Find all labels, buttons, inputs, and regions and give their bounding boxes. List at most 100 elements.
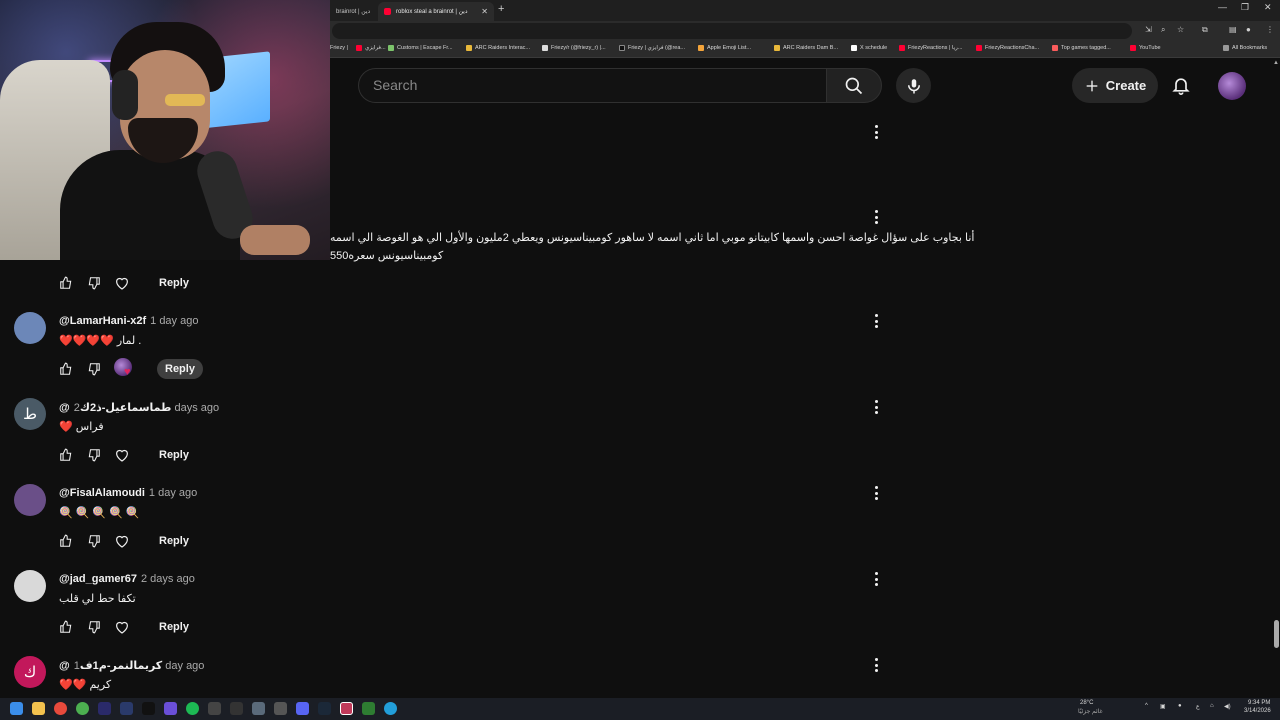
address-bar[interactable] [332,23,1132,39]
bookmark-item[interactable]: All Bookmarks [1223,45,1267,51]
reply-button[interactable]: Reply [157,359,203,379]
bookmark-item[interactable]: Customs | Escape Fr... [388,45,453,51]
bookmark-item[interactable]: ARC Raiders Dam B... [774,45,838,51]
reply-button[interactable]: Reply [151,445,197,465]
close-window-button[interactable]: ✕ [1264,2,1272,13]
avatar[interactable]: ك [14,656,46,688]
tray-mic-icon[interactable]: ● [1178,703,1182,709]
dislike-button[interactable] [86,533,102,549]
search-box[interactable]: Search [358,68,826,103]
scrollbar-thumb[interactable] [1274,620,1279,648]
dislike-button[interactable] [86,361,102,377]
comment-author[interactable]: @LamarHani-x2f [59,315,146,327]
comment-menu-button[interactable] [872,571,880,587]
chrome-icon[interactable] [76,702,89,715]
comment-menu-button[interactable] [872,657,880,673]
close-icon[interactable]: ✕ [370,7,374,16]
comment-author[interactable]: @FisalAlamoudi [59,487,145,499]
obs-icon[interactable] [54,702,67,715]
discord-icon[interactable] [296,702,309,715]
bookmark-item[interactable]: FriezyReactions | ريا... [899,45,962,51]
bookmark-item[interactable]: Friezy/r (@friezy_r) |... [542,45,606,51]
reply-button[interactable]: Reply [151,531,197,551]
bookmark-item[interactable]: Friezy | [330,45,348,51]
clock-date[interactable]: 3/14/2026 [1244,708,1271,714]
file-explorer-icon[interactable] [32,702,45,715]
tray-chevron-icon[interactable]: ^ [1145,703,1148,709]
notifications-button[interactable] [1168,72,1194,98]
new-tab-button[interactable]: + [498,3,504,15]
bookmark-item[interactable]: Friezy | فرايزي (@rea... [619,45,685,51]
scrollbar[interactable] [1272,58,1280,698]
comment-menu-button[interactable] [872,399,880,415]
avatar-image[interactable] [14,484,46,516]
bookmark-item[interactable]: YouTube [1130,45,1161,51]
bookmark-item[interactable]: Top games tagged... [1052,45,1111,51]
minimize-button[interactable]: — [1218,2,1227,12]
search-input[interactable]: Search [373,77,417,93]
spotify-icon[interactable] [186,702,199,715]
heart-button[interactable] [114,447,130,463]
create-button[interactable]: Create [1072,68,1158,103]
premiere-icon[interactable] [98,702,111,715]
heart-button[interactable] [114,275,130,291]
app-icon[interactable] [208,702,221,715]
heart-button[interactable] [114,619,130,635]
comment-menu-button[interactable] [872,209,880,225]
scroll-up-icon[interactable]: ▲ [1273,60,1279,66]
install-icon[interactable]: ⇲ [1145,25,1152,34]
bookmark-item[interactable]: Apple Emoji List... [698,45,751,51]
menu-icon[interactable]: ⋮ [1266,25,1274,34]
tiktok-icon[interactable] [142,702,155,715]
reply-button[interactable]: Reply [151,273,197,293]
profile-icon[interactable]: ● [1246,25,1251,34]
creator-heart-badge[interactable]: ♥ [114,358,136,380]
like-button[interactable] [58,275,74,291]
input-language[interactable]: ع [1196,703,1200,710]
maximize-button[interactable]: ❐ [1241,2,1249,13]
avatar[interactable]: ط [14,398,46,430]
account-avatar[interactable] [1218,72,1246,100]
start-icon[interactable] [10,702,23,715]
comment-timestamp[interactable]: 1 day ago [149,487,197,499]
tray-app-icon[interactable]: ▣ [1160,703,1166,710]
comment-author[interactable]: @jad_gamer67 [59,573,137,585]
dislike-button[interactable] [86,275,102,291]
app-icon-active[interactable] [340,702,353,715]
heart-button[interactable] [114,533,130,549]
bookmark-item[interactable]: ARC Raiders Interac... [466,45,530,51]
browser-tab-active[interactable]: roblox steal a brainrot | دين ✕ [378,2,494,21]
browser-tab[interactable]: brainrot | دين ✕ [330,2,374,21]
clock-time[interactable]: 9:34 PM [1248,700,1270,706]
settings-icon[interactable] [252,702,265,715]
dislike-button[interactable] [86,447,102,463]
app-icon[interactable] [230,702,243,715]
photoshop-icon[interactable] [120,702,133,715]
voice-search-button[interactable] [896,68,931,103]
comment-menu-button[interactable] [872,485,880,501]
steam-icon[interactable] [318,702,331,715]
app-icon[interactable] [274,702,287,715]
dislike-button[interactable] [86,619,102,635]
bookmark-item[interactable]: فرايزي... [356,45,386,51]
sidebar-icon[interactable]: ▤ [1229,25,1237,34]
like-button[interactable] [58,361,74,377]
telegram-icon[interactable] [384,702,397,715]
like-button[interactable] [58,533,74,549]
comment-menu-button[interactable] [872,313,880,329]
star-icon[interactable]: ☆ [1177,25,1184,34]
network-icon[interactable]: ⌂ [1210,703,1214,709]
like-button[interactable] [58,447,74,463]
comment-menu-button[interactable] [872,124,880,140]
app-icon[interactable] [164,702,177,715]
comment-timestamp[interactable]: 1 day ago [150,315,198,327]
volume-icon[interactable]: ◀) [1224,703,1231,710]
weather-temp[interactable]: 28°C [1080,700,1093,706]
like-button[interactable] [58,619,74,635]
extensions-icon[interactable]: ⧉ [1202,25,1208,35]
bookmark-item[interactable]: FriezyReactionsCha... [976,45,1039,51]
comment-timestamp[interactable]: 2 days ago [141,573,195,585]
close-icon[interactable]: ✕ [475,7,488,16]
avatar-image[interactable] [14,312,46,344]
reply-button[interactable]: Reply [151,617,197,637]
